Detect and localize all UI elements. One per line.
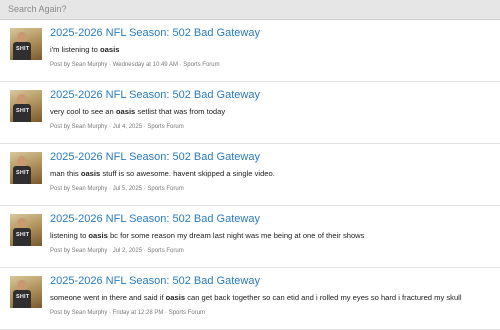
result-title-link[interactable]: 2025-2026 NFL Season: 502 Bad Gateway — [50, 151, 260, 163]
snippet-text: someone went in there and said if — [50, 293, 166, 302]
result-snippet: someone went in there and said if oasis … — [50, 293, 462, 302]
search-result-item: SHIT 2025-2026 NFL Season: 502 Bad Gatew… — [0, 268, 500, 330]
snippet-text: listening to — [50, 231, 89, 240]
snippet-highlight: oasis — [80, 169, 101, 178]
snippet-highlight: oasis — [115, 107, 136, 116]
search-again-bar[interactable]: Search Again? — [0, 0, 500, 20]
avatar[interactable]: SHIT — [10, 214, 42, 246]
avatar[interactable]: SHIT — [10, 276, 42, 308]
result-snippet: very cool to see an oasis setlist that w… — [50, 107, 225, 116]
result-snippet: i'm listening to oasis — [50, 45, 119, 54]
avatar-shirt-text: SHIT — [16, 170, 30, 176]
snippet-text: very cool to see an — [50, 107, 116, 116]
snippet-highlight: oasis — [100, 45, 120, 54]
snippet-text: man this — [50, 169, 81, 178]
avatar-shirt-text: SHIT — [16, 294, 30, 300]
avatar[interactable]: SHIT — [10, 28, 42, 60]
avatar-shirt-text: SHIT — [16, 232, 30, 238]
snippet-highlight: oasis — [165, 293, 186, 302]
result-meta: Post by Sean Murphy · Jul 2, 2025 · Spor… — [50, 248, 184, 254]
result-meta: Post by Sean Murphy · Jul 5, 2025 · Spor… — [50, 186, 184, 192]
search-result-item: SHIT 2025-2026 NFL Season: 502 Bad Gatew… — [0, 206, 500, 268]
search-again-label[interactable]: Search Again? — [8, 4, 67, 14]
result-meta: Post by Sean Murphy · Wednesday at 10:49… — [50, 62, 220, 68]
snippet-text: stuff is so awesome. havent skipped a si… — [100, 169, 275, 178]
avatar-shirt-text: SHIT — [16, 46, 30, 52]
snippet-text: bc for some reason my dream last night w… — [107, 231, 365, 240]
avatar[interactable]: SHIT — [10, 152, 42, 184]
snippet-highlight: oasis — [88, 231, 108, 240]
search-result-item: SHIT 2025-2026 NFL Season: 502 Bad Gatew… — [0, 144, 500, 206]
result-snippet: listening to oasis bc for some reason my… — [50, 231, 364, 240]
result-title-link[interactable]: 2025-2026 NFL Season: 502 Bad Gateway — [50, 27, 260, 39]
result-meta: Post by Sean Murphy · Jul 4, 2025 · Spor… — [50, 124, 184, 130]
search-results-list: SHIT 2025-2026 NFL Season: 502 Bad Gatew… — [0, 20, 500, 330]
result-meta: Post by Sean Murphy · Friday at 12:28 PM… — [50, 310, 206, 316]
avatar[interactable]: SHIT — [10, 90, 42, 122]
result-title-link[interactable]: 2025-2026 NFL Season: 502 Bad Gateway — [50, 275, 260, 287]
result-title-link[interactable]: 2025-2026 NFL Season: 502 Bad Gateway — [50, 89, 260, 101]
avatar-shirt-text: SHIT — [16, 108, 30, 114]
snippet-text: can get back together so can etid and i … — [185, 293, 462, 302]
search-result-item: SHIT 2025-2026 NFL Season: 502 Bad Gatew… — [0, 20, 500, 82]
snippet-text: i'm listening to — [50, 45, 100, 54]
search-result-item: SHIT 2025-2026 NFL Season: 502 Bad Gatew… — [0, 82, 500, 144]
result-snippet: man this oasis stuff is so awesome. have… — [50, 169, 275, 178]
result-title-link[interactable]: 2025-2026 NFL Season: 502 Bad Gateway — [50, 213, 260, 225]
snippet-text: setlist that was from today — [135, 107, 226, 116]
